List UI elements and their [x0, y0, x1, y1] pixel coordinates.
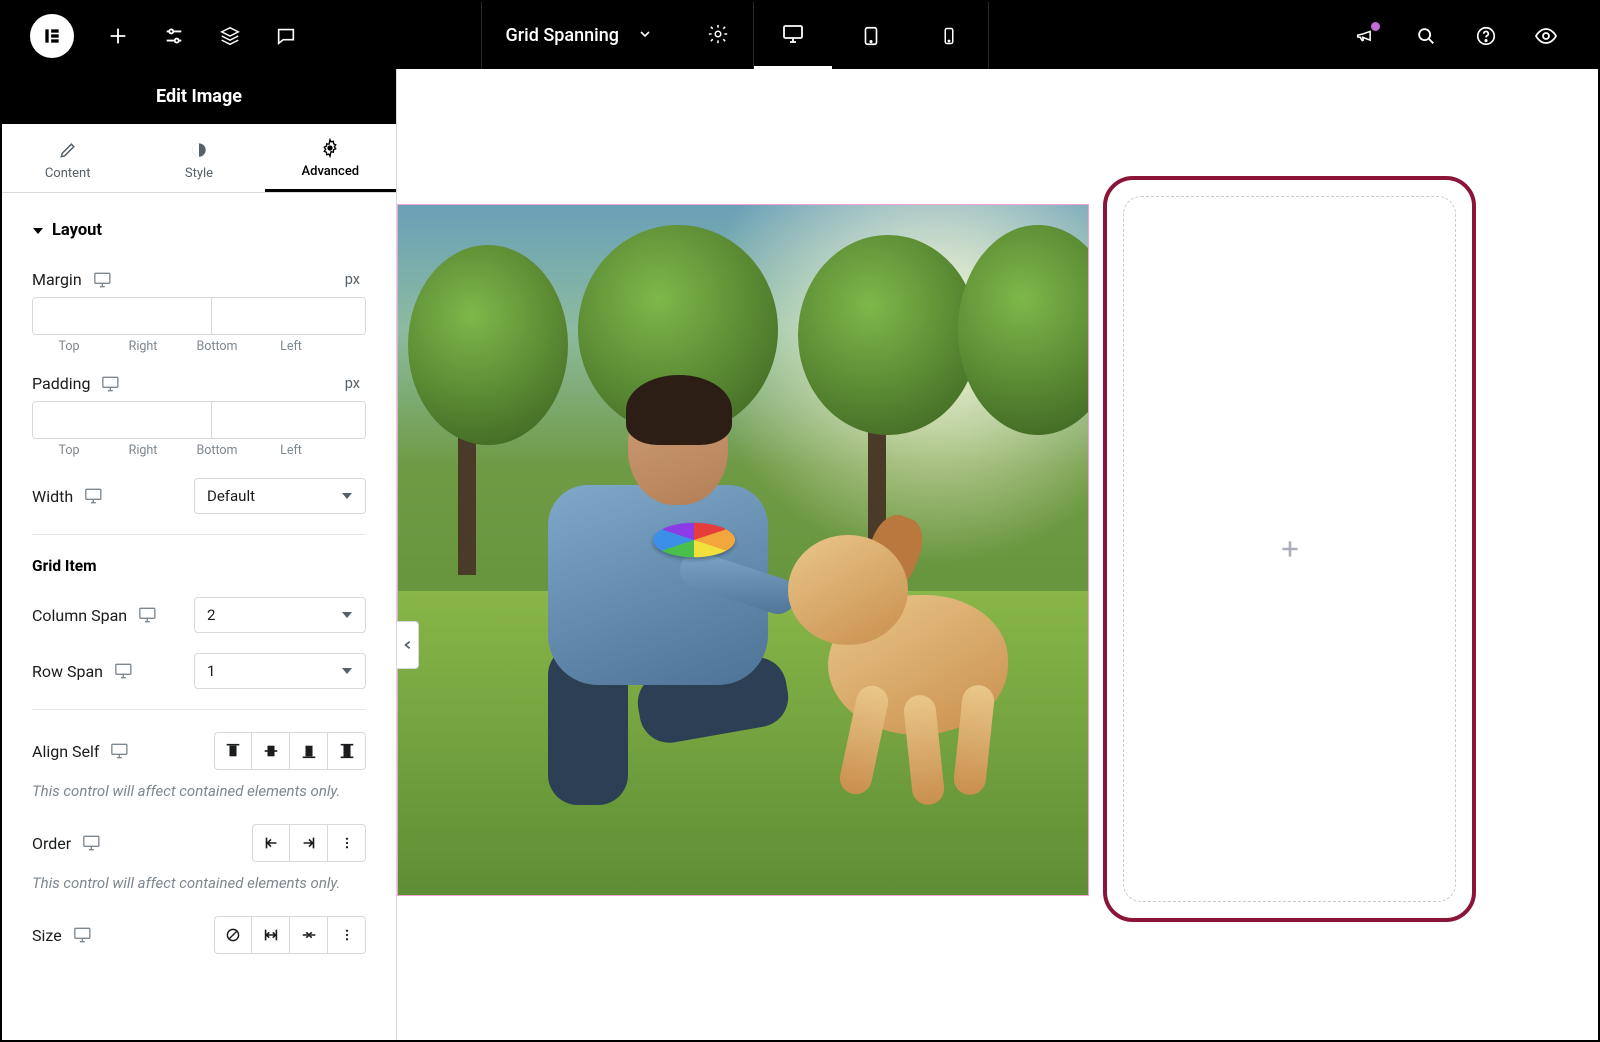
structure-icon[interactable] [218, 24, 242, 48]
row-span-label: Row Span [32, 662, 103, 681]
image-widget-selected[interactable] [397, 204, 1089, 896]
tab-advanced[interactable]: Advanced [265, 124, 396, 192]
order-label: Order [32, 834, 71, 853]
padding-label: Padding [32, 374, 90, 393]
size-buttons [214, 916, 366, 954]
margin-inputs [32, 297, 366, 335]
device-tablet[interactable] [832, 2, 910, 69]
width-label: Width [32, 487, 73, 506]
settings-sliders-icon[interactable] [162, 24, 186, 48]
elementor-logo[interactable] [30, 14, 74, 58]
chevron-down-icon[interactable] [637, 26, 653, 46]
device-desktop[interactable] [754, 2, 832, 69]
order-end-button[interactable] [290, 824, 328, 862]
width-select[interactable]: Default [194, 478, 366, 514]
page-settings-icon[interactable] [707, 23, 729, 49]
device-mobile[interactable] [910, 2, 988, 69]
column-span-label: Column Span [32, 606, 127, 625]
margin-label: Margin [32, 270, 82, 289]
responsive-icon[interactable] [102, 376, 122, 392]
size-more-button[interactable] [328, 916, 366, 954]
order-note: This control will affect contained eleme… [32, 868, 366, 908]
padding-right-input[interactable] [211, 402, 366, 438]
tab-content[interactable]: Content [2, 124, 133, 192]
section-layout-toggle[interactable]: Layout [32, 211, 366, 262]
tab-style-label: Style [185, 166, 213, 181]
align-self-note: This control will affect contained eleme… [32, 776, 366, 816]
top-bar: Grid Spanning [2, 2, 1598, 69]
align-center-button[interactable] [252, 732, 290, 770]
size-none-button[interactable] [214, 916, 252, 954]
responsive-icon[interactable] [111, 743, 131, 759]
add-element-button[interactable] [1123, 196, 1456, 902]
size-shrink-button[interactable] [290, 916, 328, 954]
panel-title: Edit Image [2, 69, 396, 124]
responsive-icon[interactable] [94, 272, 114, 288]
notification-dot [1371, 22, 1380, 31]
margin-unit-select[interactable]: px [345, 271, 366, 288]
add-icon[interactable] [106, 24, 130, 48]
order-start-button[interactable] [252, 824, 290, 862]
margin-top-input[interactable] [33, 298, 211, 334]
padding-unit-select[interactable]: px [345, 375, 366, 392]
align-stretch-button[interactable] [328, 732, 366, 770]
responsive-icon[interactable] [139, 607, 159, 623]
empty-grid-cell [1103, 176, 1476, 922]
order-more-button[interactable] [328, 824, 366, 862]
preview-canvas [397, 69, 1598, 1040]
align-self-label: Align Self [32, 742, 99, 761]
align-start-button[interactable] [214, 732, 252, 770]
preview-icon[interactable] [1534, 24, 1558, 48]
margin-right-input[interactable] [211, 298, 366, 334]
responsive-icon[interactable] [74, 927, 94, 943]
align-end-button[interactable] [290, 732, 328, 770]
finder-search-icon[interactable] [1414, 24, 1438, 48]
panel-tabs: Content Style Advanced [2, 124, 396, 193]
help-icon[interactable] [1474, 24, 1498, 48]
notes-icon[interactable] [274, 24, 298, 48]
column-span-select[interactable]: 2 [194, 597, 366, 633]
grid-item-title: Grid Item [32, 549, 366, 589]
row-span-select[interactable]: 1 [194, 653, 366, 689]
responsive-icon[interactable] [83, 835, 103, 851]
size-label: Size [32, 926, 62, 945]
document-title[interactable]: Grid Spanning [506, 25, 619, 46]
responsive-icon[interactable] [85, 488, 105, 504]
panel-collapse-handle[interactable] [397, 621, 419, 669]
editor-panel: Edit Image Content Style Advanced [2, 69, 397, 1040]
responsive-icon[interactable] [115, 663, 135, 679]
size-grow-button[interactable] [252, 916, 290, 954]
order-buttons [252, 824, 366, 862]
tab-advanced-label: Advanced [302, 164, 360, 179]
tab-style[interactable]: Style [133, 124, 264, 192]
tab-content-label: Content [45, 166, 91, 181]
padding-top-input[interactable] [33, 402, 211, 438]
padding-inputs [32, 401, 366, 439]
section-layout-label: Layout [52, 221, 102, 240]
announcements-icon[interactable] [1354, 24, 1378, 48]
align-self-buttons [214, 732, 366, 770]
